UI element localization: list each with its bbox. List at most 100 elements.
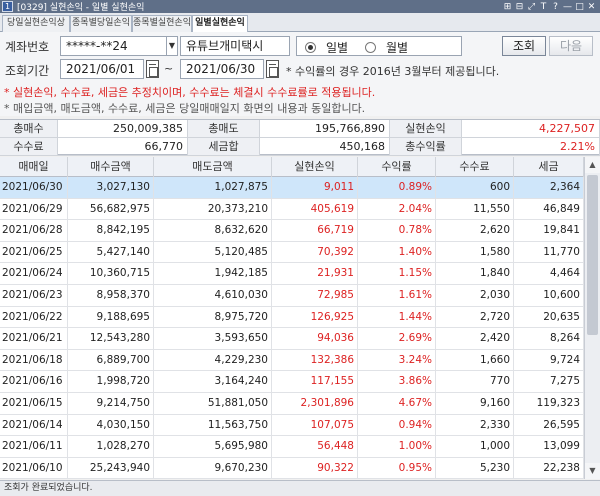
window-controls: ⊞ ⊟ ⤢ T ? — □ ✕: [503, 2, 596, 12]
vertical-scrollbar[interactable]: ▲ ▼: [584, 157, 600, 479]
cell-buy-amount: 8,958,370: [68, 285, 154, 306]
expand-icon[interactable]: ⤢: [527, 2, 536, 12]
radio-monthly-dot[interactable]: [365, 42, 376, 53]
layout-icon[interactable]: ⊟: [515, 2, 524, 12]
table-row[interactable]: 2021/06/23 8,958,370 4,610,030 72,985 1.61% 2…: [0, 285, 584, 307]
cell-sell-amount: 9,670,230: [154, 457, 272, 479]
maximize-icon[interactable]: □: [575, 2, 584, 12]
next-button[interactable]: 다음: [549, 36, 593, 56]
cell-tax: 4,464: [514, 263, 584, 285]
cell-return-rate: 3.86%: [358, 371, 436, 393]
table-row[interactable]: 2021/06/10 25,243,940 9,670,230 90,322 0.95%…: [0, 457, 584, 479]
table-row[interactable]: 2021/06/11 1,028,270 5,695,980 56,448 1.00% 1…: [0, 436, 584, 458]
radio-daily[interactable]: 일별: [305, 39, 348, 56]
cell-tax: 19,841: [514, 220, 584, 242]
cell-tax: 13,099: [514, 436, 584, 458]
cell-fee: 2,620: [436, 220, 514, 242]
header-fee[interactable]: 수수료: [436, 157, 514, 177]
cell-buy-amount: 56,682,975: [68, 198, 154, 220]
table-row[interactable]: 2021/06/15 9,214,750 51,881,050 2,301,896 4.…: [0, 393, 584, 415]
cell-return-rate: 0.95%: [358, 457, 436, 479]
date-from-input[interactable]: 2021/06/01: [60, 59, 144, 79]
scroll-thumb[interactable]: [587, 175, 598, 335]
cell-buy-amount: 1,998,720: [68, 371, 154, 393]
table-row[interactable]: 2021/06/29 56,682,975 20,373,210 405,619 2.0…: [0, 198, 584, 221]
cell-buy-amount: 9,188,695: [68, 306, 154, 328]
cell-realized-pnl: 70,392: [272, 241, 358, 263]
total-return-value: 2.21%: [462, 138, 600, 156]
cell-buy-amount: 8,842,195: [68, 220, 154, 242]
table-body: 2021/06/30 3,027,130 1,027,875 9,011 0.89% 60…: [0, 177, 584, 479]
cell-fee: 2,330: [436, 414, 514, 436]
account-dropdown-icon[interactable]: ▼: [167, 36, 178, 56]
tab-stock-daily-pnl[interactable]: 종목별당일손익: [70, 15, 132, 32]
cell-realized-pnl: 21,931: [272, 263, 358, 285]
table-row[interactable]: 2021/06/25 5,427,140 5,120,485 70,392 1.40% 1…: [0, 241, 584, 264]
cell-tax: 20,635: [514, 306, 584, 328]
cell-realized-pnl: 117,155: [272, 371, 358, 393]
cell-fee: 1,840: [436, 263, 514, 285]
date-to-input[interactable]: 2021/06/30: [180, 59, 264, 79]
calendar-to-icon[interactable]: [266, 60, 279, 78]
cell-return-rate: 1.44%: [358, 306, 436, 328]
tab-stock-realized-pnl[interactable]: 종목별실현손익: [132, 15, 192, 32]
realized-pnl-label: 실현손익: [390, 120, 462, 138]
cell-sell-amount: 5,695,980: [154, 436, 272, 458]
table-row[interactable]: 2021/06/21 12,543,280 3,593,650 94,036 2.69%…: [0, 328, 584, 350]
table-row[interactable]: 2021/06/16 1,998,720 3,164,240 117,155 3.86%…: [0, 371, 584, 393]
font-icon[interactable]: T: [539, 2, 548, 12]
cell-sell-amount: 1,027,875: [154, 177, 272, 198]
cell-trade-date: 2021/06/14: [0, 414, 68, 436]
tab-bar: 당일실현손익상세 종목별당일손익 종목별실현손익 일별실현손익: [0, 13, 600, 43]
cell-trade-date: 2021/06/11: [0, 436, 68, 458]
cell-fee: 2,420: [436, 328, 514, 350]
cell-fee: 9,160: [436, 393, 514, 414]
scroll-down-icon[interactable]: ▼: [585, 463, 600, 479]
cell-buy-amount: 25,243,940: [68, 457, 154, 479]
table-row[interactable]: 2021/06/18 6,889,700 4,229,230 132,386 3.24%…: [0, 349, 584, 372]
help-icon[interactable]: ?: [551, 2, 560, 12]
table-row[interactable]: 2021/06/28 8,842,195 8,632,620 66,719 0.78% 2…: [0, 220, 584, 242]
table-row[interactable]: 2021/06/30 3,027,130 1,027,875 9,011 0.89% 60…: [0, 177, 584, 199]
radio-daily-dot[interactable]: [305, 42, 316, 53]
total-buy-label: 총매수: [0, 120, 58, 138]
header-return-rate[interactable]: 수익률: [358, 157, 436, 177]
cell-realized-pnl: 126,925: [272, 306, 358, 328]
cell-realized-pnl: 66,719: [272, 220, 358, 242]
cell-fee: 1,580: [436, 241, 514, 263]
total-buy-value: 250,009,385: [58, 120, 188, 138]
tab-daily-realized-detail[interactable]: 당일실현손익상세: [2, 15, 70, 43]
cell-sell-amount: 4,229,230: [154, 349, 272, 371]
header-realized-pnl[interactable]: 실현손익: [272, 157, 358, 177]
header-sell-amount[interactable]: 매도금액: [154, 157, 272, 177]
cell-trade-date: 2021/06/25: [0, 241, 68, 263]
calendar-from-icon[interactable]: [146, 60, 159, 78]
minimize-icon[interactable]: —: [563, 2, 572, 12]
cell-tax: 10,600: [514, 285, 584, 306]
link-icon[interactable]: ⊞: [503, 2, 512, 12]
header-buy-amount[interactable]: 매수금액: [68, 157, 154, 177]
query-button[interactable]: 조회: [502, 36, 546, 56]
cell-sell-amount: 8,975,720: [154, 306, 272, 328]
tax-value: 450,168: [260, 138, 390, 156]
table-row[interactable]: 2021/06/14 4,030,150 11,563,750 107,075 0.94…: [0, 414, 584, 437]
realized-pnl-value: 4,227,507: [462, 120, 600, 138]
radio-daily-label: 일별: [326, 41, 349, 55]
radio-monthly[interactable]: 월별: [365, 39, 408, 56]
cell-realized-pnl: 9,011: [272, 177, 358, 198]
cell-realized-pnl: 90,322: [272, 457, 358, 479]
cell-buy-amount: 12,543,280: [68, 328, 154, 350]
account-input[interactable]: *****-**24: [60, 36, 167, 56]
header-tax[interactable]: 세금: [514, 157, 584, 177]
table-row[interactable]: 2021/06/24 10,360,715 1,942,185 21,931 1.15%…: [0, 263, 584, 285]
cell-sell-amount: 1,942,185: [154, 263, 272, 285]
tab-daily-realized-pnl[interactable]: 일별실현손익: [192, 15, 248, 33]
scroll-up-icon[interactable]: ▲: [585, 157, 600, 173]
header-trade-date[interactable]: 매매일: [0, 157, 68, 177]
cell-fee: 11,550: [436, 198, 514, 220]
title-bar: 1 [0329] 실현손익 - 일별 실현손익 ⊞ ⊟ ⤢ T ? — □ ✕: [0, 0, 600, 13]
cell-return-rate: 2.69%: [358, 328, 436, 350]
close-icon[interactable]: ✕: [587, 2, 596, 12]
cell-tax: 9,724: [514, 349, 584, 371]
table-row[interactable]: 2021/06/22 9,188,695 8,975,720 126,925 1.44%…: [0, 306, 584, 329]
